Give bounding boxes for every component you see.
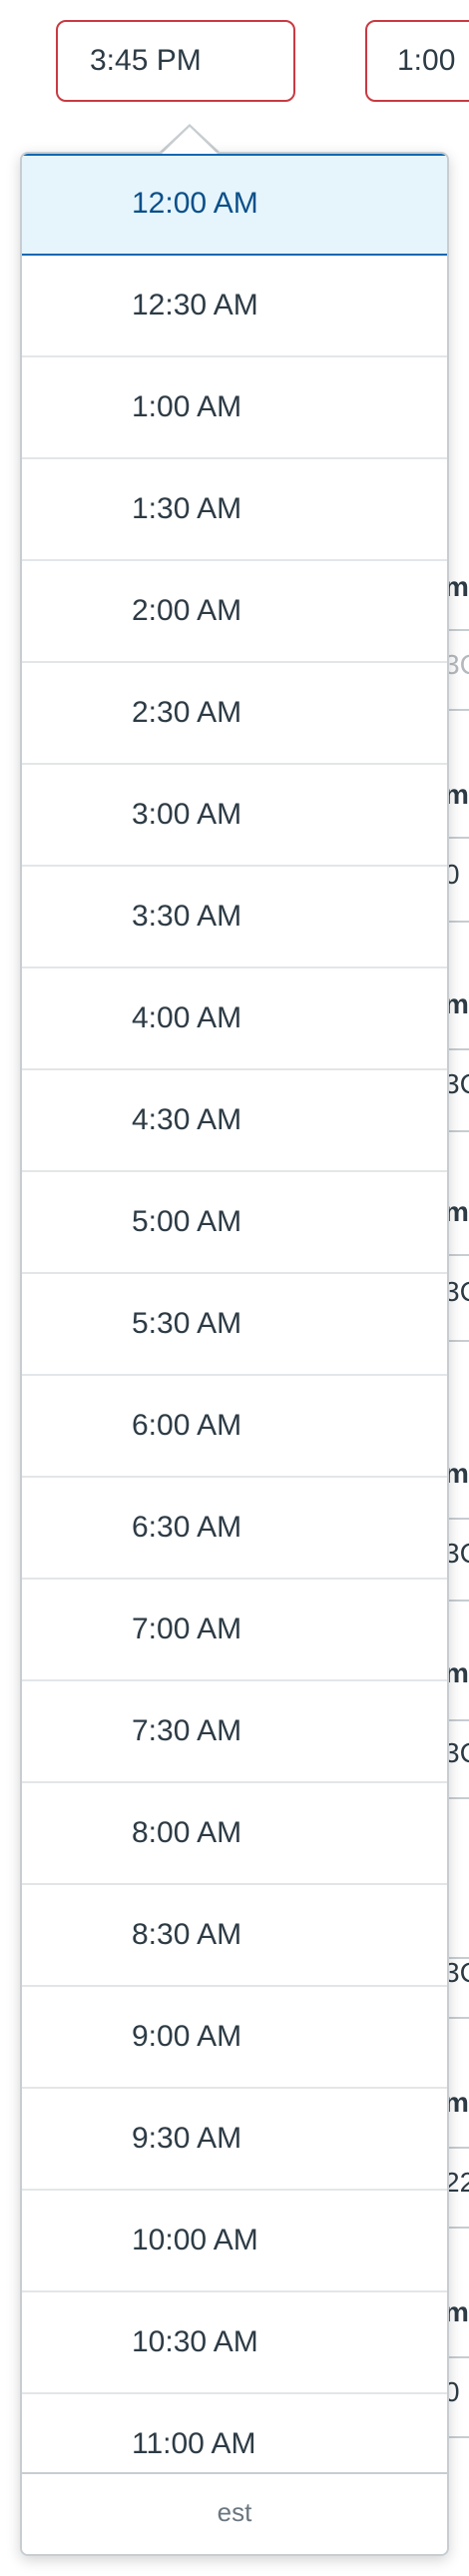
time-option[interactable]: 3:00 AM — [22, 765, 447, 867]
start-time-input[interactable]: 3:45 PM — [56, 20, 295, 102]
time-option[interactable]: 12:30 AM — [22, 256, 447, 357]
time-option-list[interactable]: 12:00 AM 12:30 AM 1:00 AM 1:30 AM 2:00 AM 2:3… — [22, 154, 447, 2496]
time-option[interactable]: 4:30 AM — [22, 1070, 447, 1172]
time-option[interactable]: 9:00 AM — [22, 1987, 447, 2089]
time-option[interactable]: 2:00 AM — [22, 561, 447, 663]
time-option[interactable]: 7:30 AM — [22, 1681, 447, 1783]
time-option[interactable]: 1:30 AM — [22, 459, 447, 561]
time-dropdown-popup: 12:00 AM 12:30 AM 1:00 AM 1:30 AM 2:00 AM 2:3… — [20, 152, 449, 2556]
time-option-selected[interactable]: 12:00 AM — [22, 154, 447, 256]
time-option[interactable]: 6:00 AM — [22, 1376, 447, 1478]
time-option[interactable]: 10:00 AM — [22, 2191, 447, 2292]
time-option[interactable]: 5:00 AM — [22, 1172, 447, 1274]
time-option[interactable]: 7:00 AM — [22, 1580, 447, 1681]
end-time-input[interactable]: 1:00 — [365, 20, 469, 102]
time-option[interactable]: 2:30 AM — [22, 663, 447, 765]
time-option[interactable]: 1:00 AM — [22, 357, 447, 459]
time-option[interactable]: 8:30 AM — [22, 1885, 447, 1987]
time-option[interactable]: 8:00 AM — [22, 1783, 447, 1885]
time-option[interactable]: 9:30 AM — [22, 2089, 447, 2191]
timezone-footer: est — [22, 2472, 447, 2554]
time-option[interactable]: 4:00 AM — [22, 968, 447, 1070]
popup-arrow-fill — [162, 127, 218, 154]
time-picker-page: 3:45 PM 1:00 m3Cm0m3Cm3Cm3Cm3C3Cm22m0 12… — [0, 0, 469, 2576]
time-option[interactable]: 3:30 AM — [22, 867, 447, 968]
time-option[interactable]: 6:30 AM — [22, 1478, 447, 1580]
time-option[interactable]: 5:30 AM — [22, 1274, 447, 1376]
time-option[interactable]: 10:30 AM — [22, 2292, 447, 2394]
